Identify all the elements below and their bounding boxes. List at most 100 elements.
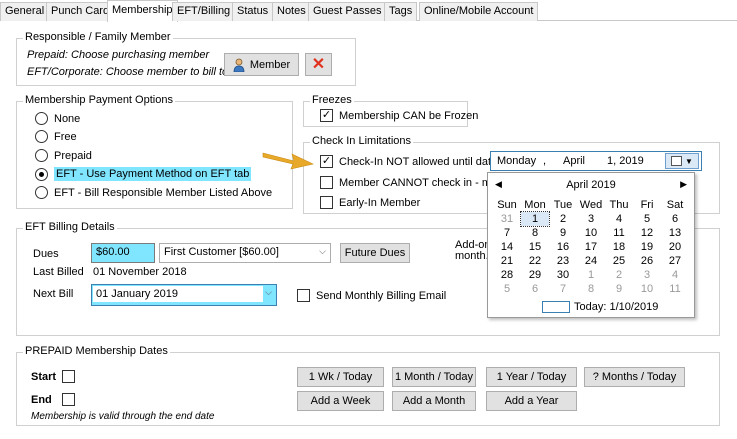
calendar-day[interactable]: 10 <box>577 226 605 240</box>
calendar-day[interactable]: 19 <box>633 240 661 254</box>
radio-none[interactable] <box>35 112 48 125</box>
calendar-day[interactable]: 8 <box>521 226 549 240</box>
tab-general[interactable]: General <box>0 2 50 21</box>
calendar-day[interactable]: 6 <box>661 212 689 226</box>
calendar-day[interactable]: 17 <box>577 240 605 254</box>
add-week-button[interactable]: Add a Week <box>297 391 384 411</box>
one-week-today-button[interactable]: 1 Wk / Today <box>297 367 384 387</box>
addon-text-line2: month. <box>455 250 489 262</box>
checkin-date-picker[interactable]: Monday , April 1, 2019 ▼ <box>490 151 702 171</box>
checkbox[interactable] <box>320 196 333 209</box>
calendar-day[interactable]: 18 <box>605 240 633 254</box>
calendar-day[interactable]: 26 <box>633 254 661 268</box>
calendar-day[interactable]: 25 <box>605 254 633 268</box>
dues-input[interactable]: $60.00 <box>91 243 155 263</box>
calendar-today-link[interactable]: Today: 1/10/2019 <box>542 301 658 313</box>
calendar-day[interactable]: 11 <box>605 226 633 240</box>
calendar-day[interactable]: 2 <box>549 212 577 226</box>
calendar-day[interactable]: 15 <box>521 240 549 254</box>
calendar-day[interactable]: 27 <box>661 254 689 268</box>
radio-eft-payment-method[interactable] <box>35 167 48 181</box>
calendar-day[interactable]: 24 <box>577 254 605 268</box>
checkbox[interactable] <box>297 289 310 302</box>
future-dues-button[interactable]: Future Dues <box>340 243 410 263</box>
calendar-day[interactable]: 31 <box>493 212 521 226</box>
payment-option-eft-payment-method[interactable]: EFT - Use Payment Method on EFT tab <box>35 167 252 181</box>
radio-prepaid[interactable] <box>35 149 48 162</box>
payment-option-prepaid[interactable]: Prepaid <box>35 149 92 162</box>
calendar-day[interactable]: 2 <box>605 268 633 282</box>
tab-eft-billing[interactable]: EFT/Billing <box>172 2 236 21</box>
clear-member-button[interactable]: ✕ <box>305 53 332 76</box>
checkin-not-allowed-checkbox[interactable]: ✓ Check-In NOT allowed until date <box>320 155 497 168</box>
calendar-day[interactable]: 13 <box>661 226 689 240</box>
calendar-day[interactable]: 29 <box>521 268 549 282</box>
calendar-day[interactable]: 6 <box>521 282 549 296</box>
tab-tags[interactable]: Tags <box>384 2 418 21</box>
checkbox[interactable]: ✓ <box>320 109 333 122</box>
calendar-day[interactable]: 23 <box>549 254 577 268</box>
calendar-day[interactable]: 16 <box>549 240 577 254</box>
calendar-day-selected[interactable]: 1 <box>520 211 550 227</box>
calendar-day[interactable]: 7 <box>549 282 577 296</box>
calendar-day[interactable]: 21 <box>493 254 521 268</box>
payment-option-eft-responsible[interactable]: EFT - Bill Responsible Member Listed Abo… <box>35 186 272 199</box>
early-in-checkbox[interactable]: Early-In Member <box>320 196 420 209</box>
next-month-button[interactable]: ▶ <box>680 179 687 190</box>
checkbox[interactable] <box>61 393 75 406</box>
tab-status[interactable]: Status <box>232 2 274 21</box>
tab-membership[interactable]: Membership <box>107 0 178 22</box>
tab-punch-card[interactable]: Punch Card <box>46 2 115 21</box>
calendar-day[interactable]: 10 <box>633 282 661 296</box>
start-date-checkbox[interactable]: Start <box>31 370 81 383</box>
calendar-day[interactable]: 4 <box>661 268 689 282</box>
date-day[interactable]: Monday <box>497 155 536 167</box>
calendar-day[interactable]: 9 <box>549 226 577 240</box>
calendar-day[interactable]: 3 <box>633 268 661 282</box>
calendar-weekdays: Sun Mon Tue Wed Thu Fri Sat <box>493 198 689 212</box>
calendar-day[interactable]: 9 <box>605 282 633 296</box>
send-billing-email-checkbox[interactable]: Send Monthly Billing Email <box>297 289 446 302</box>
calendar-day[interactable]: 20 <box>661 240 689 254</box>
calendar-dropdown-button[interactable]: ▼ <box>665 153 699 169</box>
calendar-day[interactable]: 22 <box>521 254 549 268</box>
radio-eft-responsible[interactable] <box>35 186 48 199</box>
calendar-day[interactable]: 4 <box>605 212 633 226</box>
tab-guest-passes[interactable]: Guest Passes <box>308 2 387 21</box>
checkbox[interactable] <box>62 370 76 383</box>
calendar-day[interactable]: 7 <box>493 226 521 240</box>
calendar-day[interactable]: 14 <box>493 240 521 254</box>
next-bill-date-picker[interactable]: 01 January 2019 ⌵ <box>91 284 277 306</box>
dues-combo[interactable]: First Customer [$60.00] ⌵ <box>159 243 331 263</box>
cannot-checkin-checkbox[interactable]: Member CANNOT check in - mem <box>320 176 506 189</box>
checkbox[interactable] <box>320 176 333 189</box>
one-month-today-button[interactable]: 1 Month / Today <box>392 367 476 387</box>
add-month-button[interactable]: Add a Month <box>392 391 476 411</box>
add-year-button[interactable]: Add a Year <box>486 391 577 411</box>
payment-option-free[interactable]: Free <box>35 130 77 143</box>
date-month[interactable]: April <box>563 155 585 167</box>
checkbox[interactable]: ✓ <box>320 155 333 168</box>
calendar-day[interactable]: 5 <box>493 282 521 296</box>
valid-through-note: Membership is valid through the end date <box>31 411 215 422</box>
months-today-button[interactable]: ? Months / Today <box>584 367 685 387</box>
end-date-checkbox[interactable]: End <box>31 393 81 406</box>
calendar-day[interactable]: 8 <box>577 282 605 296</box>
calendar-day[interactable]: 1 <box>577 268 605 282</box>
calendar-day[interactable]: 3 <box>577 212 605 226</box>
calendar-day[interactable]: 12 <box>633 226 661 240</box>
calendar-day[interactable]: 28 <box>493 268 521 282</box>
payment-option-none[interactable]: None <box>35 112 80 125</box>
member-button-label: Member <box>249 58 291 71</box>
calendar-day[interactable]: 11 <box>661 282 689 296</box>
tab-online-mobile-account[interactable]: Online/Mobile Account <box>419 2 539 21</box>
calendar-day[interactable]: 30 <box>549 268 577 282</box>
member-button[interactable]: Member <box>224 53 299 76</box>
calendar-day[interactable]: 5 <box>633 212 661 226</box>
date-rest[interactable]: 1, 2019 <box>607 155 644 167</box>
tab-notes[interactable]: Notes <box>272 2 311 21</box>
radio-free[interactable] <box>35 130 48 143</box>
calendar-month-title[interactable]: April 2019 <box>488 179 694 191</box>
one-year-today-button[interactable]: 1 Year / Today <box>486 367 577 387</box>
can-be-frozen-checkbox[interactable]: ✓ Membership CAN be Frozen <box>320 109 478 122</box>
